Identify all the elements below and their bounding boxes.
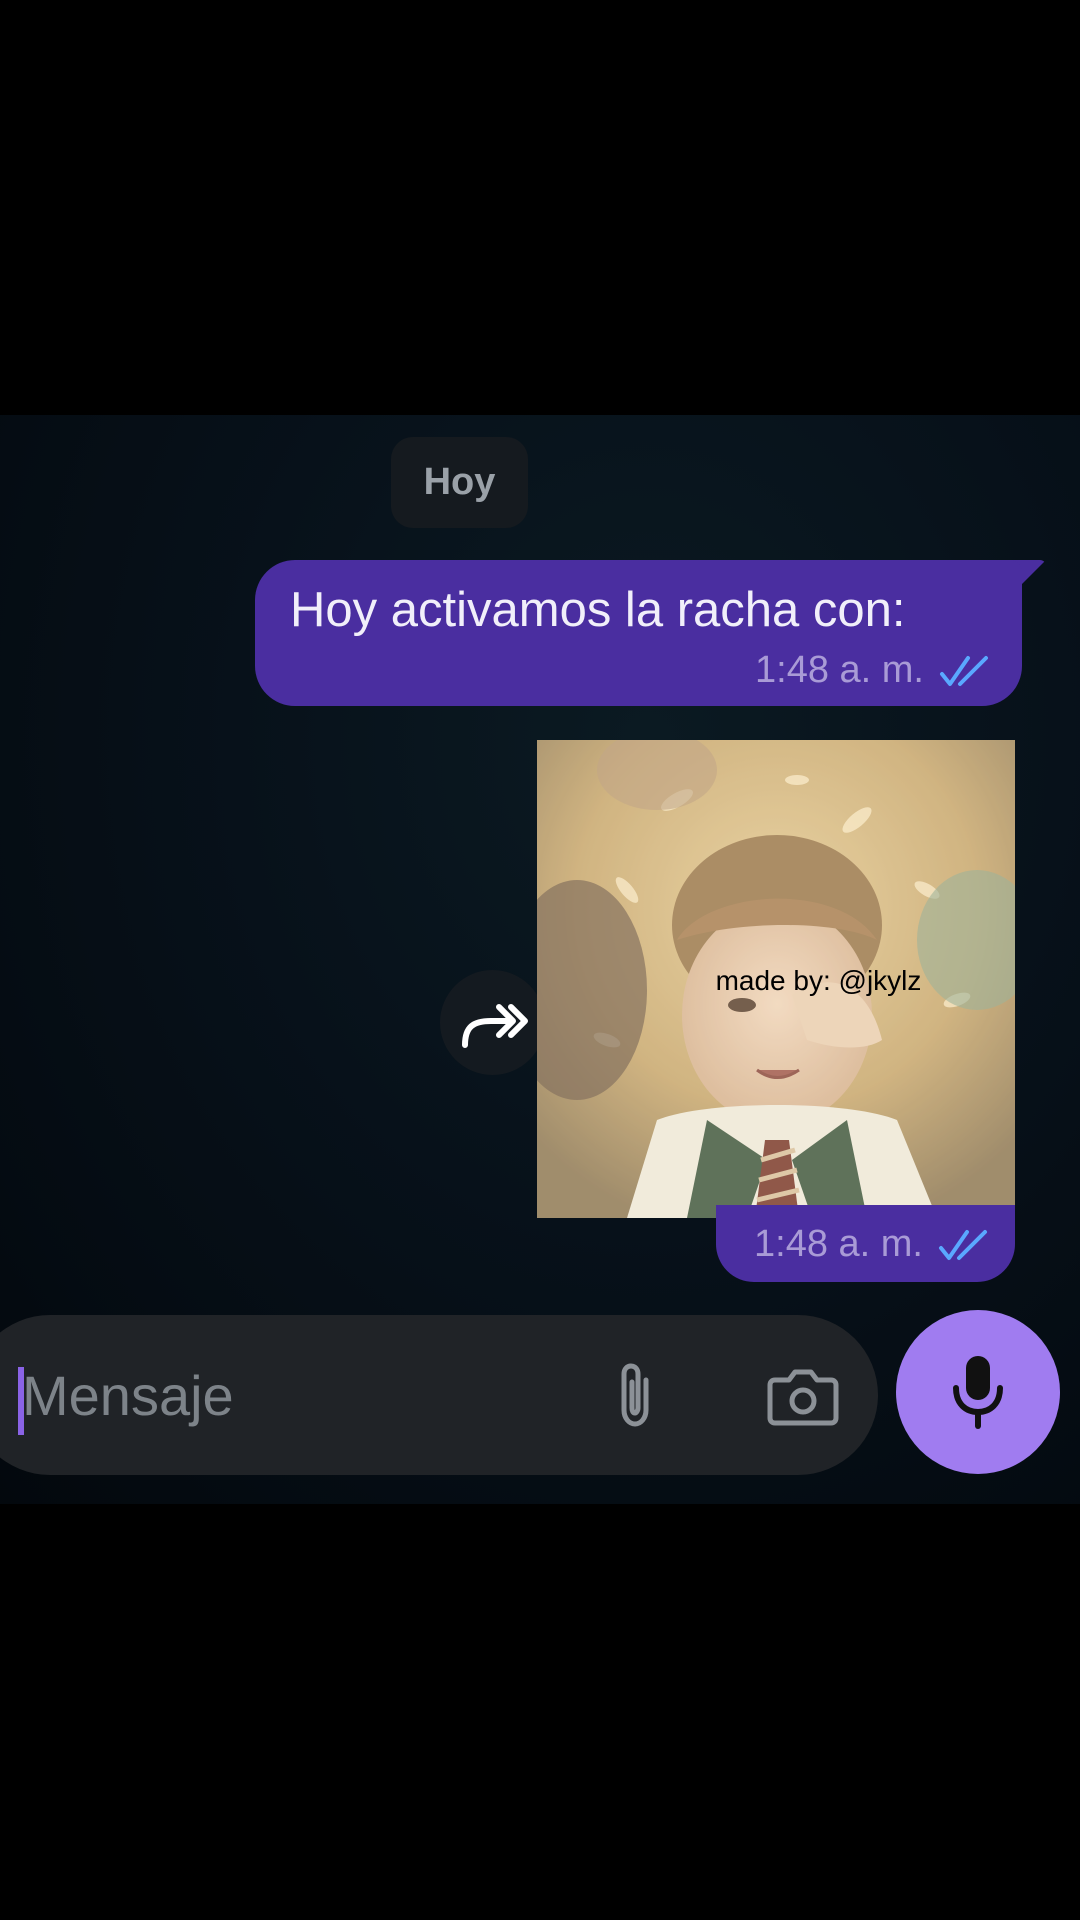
date-chip: Hoy — [391, 437, 528, 528]
image-watermark: made by: @jkylz — [715, 965, 922, 996]
microphone-icon — [953, 1356, 1003, 1429]
attach-button[interactable] — [600, 1355, 670, 1435]
message-composer[interactable]: Mensaje — [0, 1315, 878, 1475]
forward-button[interactable] — [440, 970, 545, 1075]
message-input[interactable]: Mensaje — [22, 1363, 234, 1428]
forward-arrow-icon — [461, 1003, 528, 1048]
message-text: Hoy activamos la racha con: — [290, 583, 906, 637]
image-message-time: 1:48 a. m. — [754, 1223, 923, 1265]
double-check-icon — [939, 1229, 987, 1260]
double-check-icon — [940, 655, 988, 686]
voice-record-button[interactable] — [896, 1310, 1060, 1474]
camera-button[interactable] — [760, 1357, 846, 1433]
paperclip-icon — [621, 1363, 649, 1427]
chat-area[interactable]: Hoy Hoy activamos la racha con: 1:48 a. … — [0, 415, 1080, 1504]
image-message-meta: 1:48 a. m. — [754, 1223, 993, 1266]
date-chip-label: Hoy — [423, 461, 496, 503]
message-bubble-image-footer: 1:48 a. m. — [716, 1205, 1015, 1282]
message-image[interactable]: made by: @jkylz — [537, 740, 1015, 1218]
message-meta: 1:48 a. m. — [755, 649, 994, 692]
message-bubble-text[interactable]: Hoy activamos la racha con: 1:48 a. m. — [255, 560, 1022, 706]
message-time: 1:48 a. m. — [755, 649, 924, 691]
camera-icon — [767, 1369, 839, 1426]
